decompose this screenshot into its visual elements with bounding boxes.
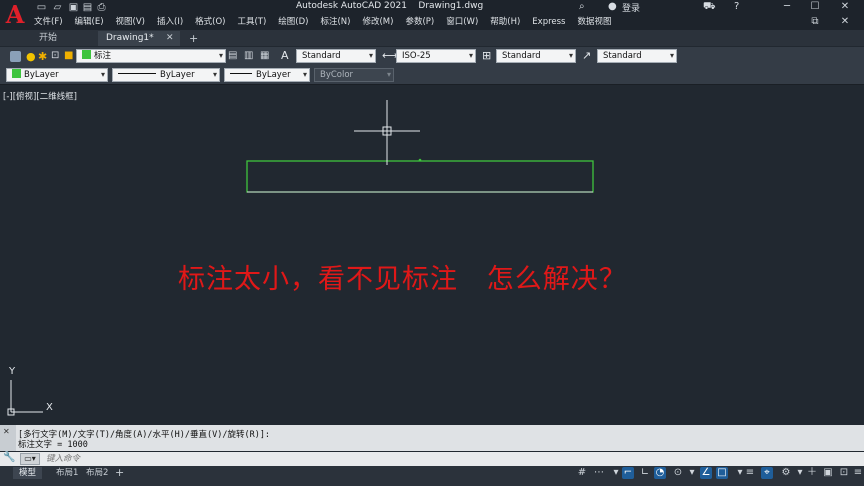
canvas-geometry [7,100,594,416]
annotation-scale-icon[interactable]: ⌖ [761,467,773,479]
dimension-text-dot[interactable] [418,158,422,162]
tab-model[interactable]: 模型 [13,467,43,479]
ucs-icon [7,380,43,416]
settings-icon[interactable]: ⚙ [780,467,792,479]
dropdown-icon[interactable]: ▾ [794,467,806,479]
osnap-icon[interactable]: □ [716,467,728,479]
green-rectangle[interactable] [246,160,594,193]
ucs-y-label: Y [9,366,16,377]
command-input[interactable] [46,451,826,465]
tab-layout2[interactable]: 布局2 [80,467,114,479]
osnap-tracking-icon[interactable]: ∠ [700,467,712,479]
isometric-icon[interactable]: ⊙ [672,467,684,479]
overlay-question-text: 标注太小，看不见标注 怎么解决？ [178,264,627,295]
dropdown-icon[interactable]: ▾ [686,467,698,479]
grid-icon[interactable]: # [576,467,588,479]
customize-icon[interactable]: 🔧 [3,452,15,463]
add-layout-button[interactable]: + [115,466,124,479]
ucs-x-label: X [46,402,53,413]
customize-status-icon[interactable]: ≡ [852,467,864,479]
clean-screen-icon[interactable]: ⊡ [838,467,850,479]
command-close-icon[interactable]: ✕ [3,427,10,436]
dropdown-icon[interactable]: ▾ [610,467,622,479]
command-recent-icon[interactable]: ▭▾ [20,453,40,465]
isolate-icon[interactable]: ＋ [806,467,818,479]
history-line-2: 标注文字 = 1000 [18,440,88,450]
snap-icon[interactable]: ⋯ [593,467,605,479]
infer-icon[interactable]: ⌐ [622,467,634,479]
lineweight-icon[interactable]: ≡ [744,467,756,479]
crosshair-cursor [354,100,420,165]
ortho-icon[interactable]: ∟ [639,467,651,479]
polar-icon[interactable]: ◔ [654,467,666,479]
hardware-accel-icon[interactable]: ▣ [822,467,834,479]
